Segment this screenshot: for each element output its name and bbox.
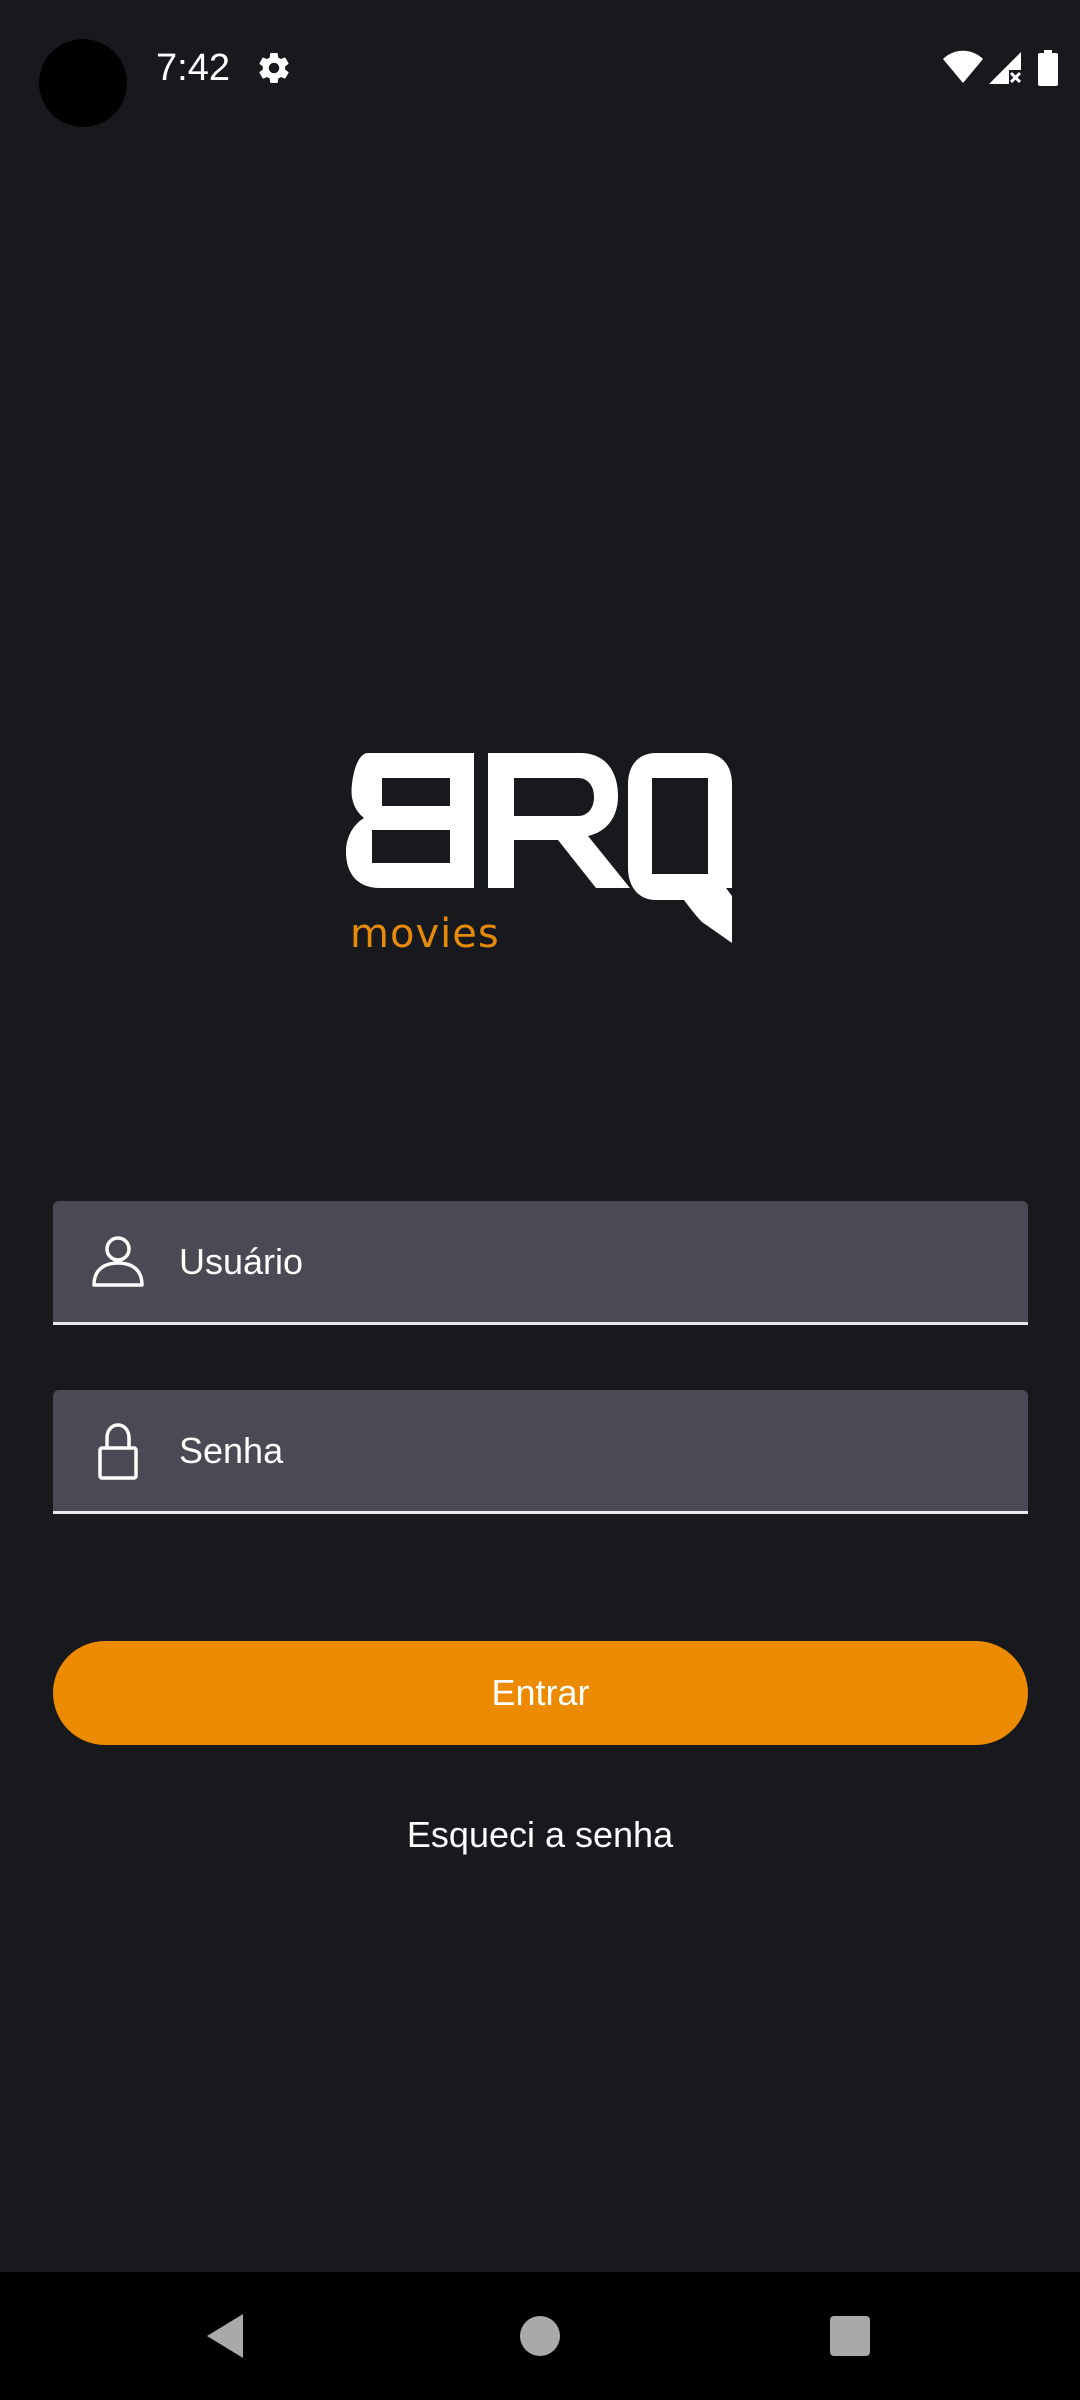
lock-icon [98,1423,138,1480]
settings-icon [259,53,289,84]
login-button[interactable]: Entrar [53,1641,1028,1745]
battery-icon [1038,50,1058,86]
username-placeholder: Usuário [179,1241,304,1282]
home-icon[interactable] [520,2316,560,2356]
back-icon[interactable] [203,2312,247,2360]
navigation-bar [0,2272,1080,2400]
user-icon [92,1236,144,1287]
wifi-icon [943,50,983,83]
logo-subtitle: movies [350,911,500,957]
signal-icon [989,52,1022,84]
brand-logo: movies [344,748,734,958]
forgot-password-link[interactable]: Esqueci a senha [0,1812,1080,1858]
password-placeholder: Senha [179,1430,284,1471]
username-field[interactable]: Usuário [53,1201,1028,1325]
status-time: 7:42 [156,47,230,89]
recents-icon[interactable] [830,2316,870,2356]
camera-cutout [39,39,127,127]
status-bar: 7:42 [0,0,1080,140]
password-field[interactable]: Senha [53,1390,1028,1514]
